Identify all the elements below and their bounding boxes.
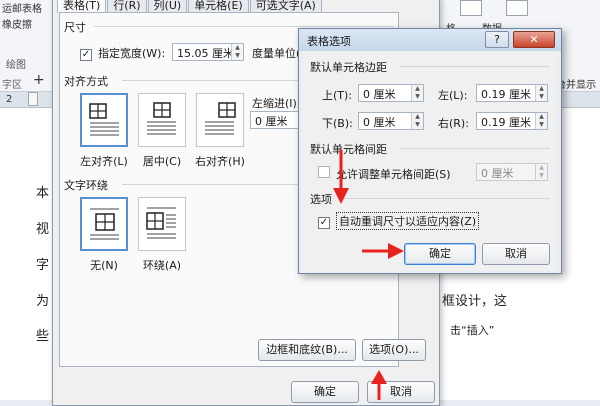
ribbon-item-eraser[interactable]: 橡皮擦 xyxy=(2,16,32,31)
preferred-width-label: 指定宽度(W): xyxy=(98,47,166,60)
spinner-arrows-icon[interactable]: ▲ ▼ xyxy=(411,113,423,129)
align-center-label: 居中(C) xyxy=(142,155,182,168)
wrap-section-title: 文字环绕 xyxy=(64,179,108,192)
bottom-margin-label: 下(B): xyxy=(322,117,353,130)
margins-section-title: 默认单元格边距 xyxy=(310,61,387,74)
wrap-around-option[interactable] xyxy=(138,197,186,251)
merge-display-label: 台并显示 xyxy=(556,80,596,91)
section-divider xyxy=(400,66,550,67)
spinner-arrows-icon[interactable]: ▲ ▼ xyxy=(535,113,547,129)
ribbon-table-icon[interactable] xyxy=(460,0,482,16)
preferred-width-checkbox[interactable]: ✓ xyxy=(80,45,92,61)
doc-text-char: 本 xyxy=(36,186,50,201)
alignment-section-title: 对齐方式 xyxy=(64,75,108,88)
wrap-none-label: 无(N) xyxy=(90,259,118,272)
top-margin-value: 0 厘米 xyxy=(363,88,396,101)
cancel-button[interactable]: 取消 xyxy=(482,243,550,265)
indent-value: 0 厘米 xyxy=(255,115,288,128)
wrap-none-icon xyxy=(90,208,119,240)
spinner-arrows-icon[interactable]: ▲ ▼ xyxy=(231,44,243,60)
top-margin-label: 上(T): xyxy=(322,89,353,102)
indent-marker[interactable] xyxy=(28,92,38,106)
right-margin-label: 右(R): xyxy=(438,117,469,130)
preferred-width-input[interactable]: 15.05 厘米 ▲ ▼ xyxy=(172,43,244,61)
close-icon[interactable]: ✕ xyxy=(513,31,555,48)
check-icon: ✓ xyxy=(318,217,330,229)
spinner-arrows-icon[interactable]: ▲ ▼ xyxy=(411,85,423,101)
spinner-arrows-icon[interactable]: ▲ ▼ xyxy=(535,164,547,180)
doc-text-char: 些 xyxy=(36,329,50,344)
left-margin-input[interactable]: 0.19 厘米 ▲ ▼ xyxy=(476,84,548,102)
wrap-around-label: 环绕(A) xyxy=(142,259,182,272)
doc-text-line: 框设计，这 xyxy=(442,294,508,309)
preferred-width-value: 15.05 厘米 xyxy=(177,47,234,60)
unchecked-box-icon xyxy=(318,166,330,178)
borders-shading-button[interactable]: 边框和底纹(B)... xyxy=(258,339,356,361)
ribbon-group-draw-label: 绘图 xyxy=(6,60,26,71)
section-divider xyxy=(400,148,550,149)
left-margin-label: 左(L): xyxy=(438,89,468,102)
plus-icon[interactable]: + xyxy=(33,72,45,88)
doc-text-line: 击“插入” xyxy=(450,324,495,337)
check-icon: ✓ xyxy=(80,49,92,61)
left-margin-value: 0.19 厘米 xyxy=(481,88,531,101)
section-divider xyxy=(94,26,394,27)
align-left-option[interactable] xyxy=(80,93,128,147)
ok-button[interactable]: 确定 xyxy=(404,243,476,265)
ribbon-item-draw-table[interactable]: 运邮表格 xyxy=(2,0,42,15)
bottom-margin-input[interactable]: 0 厘米 ▲ ▼ xyxy=(358,112,424,130)
dialog-titlebar[interactable]: 表格选项 ? ✕ xyxy=(299,29,561,51)
ruler-number: 2 xyxy=(6,94,13,105)
autoresize-label: 自动重调尺寸以适应内容(Z) xyxy=(336,212,480,230)
align-left-label: 左对齐(L) xyxy=(80,155,128,168)
align-right-option[interactable] xyxy=(196,93,244,147)
indent-label: 左缩进(I): xyxy=(252,97,301,110)
size-section-title: 尺寸 xyxy=(64,21,86,34)
align-center-option[interactable] xyxy=(138,93,186,147)
options-section-title: 选项 xyxy=(310,193,332,206)
annotation-arrow-up-icon xyxy=(371,370,387,400)
align-right-label: 右对齐(H) xyxy=(195,155,245,168)
help-icon[interactable]: ? xyxy=(485,31,509,48)
ribbon-data-icon[interactable] xyxy=(506,0,528,16)
align-center-icon xyxy=(147,102,176,135)
align-left-icon xyxy=(89,103,119,136)
section-divider xyxy=(338,198,550,199)
annotation-arrow-right-icon xyxy=(362,243,404,259)
bottom-margin-value: 0 厘米 xyxy=(363,116,396,129)
wrap-none-option[interactable] xyxy=(80,197,128,251)
measure-in-label: 度量单位( xyxy=(252,47,301,60)
right-margin-input[interactable]: 0.19 厘米 ▲ ▼ xyxy=(476,112,548,130)
doc-text-char: 视 xyxy=(36,222,50,237)
tab-zone-label: 字区 xyxy=(2,80,22,91)
options-button[interactable]: 选项(O)... xyxy=(362,339,426,361)
doc-text-char: 为 xyxy=(36,294,50,309)
spinner-arrows-icon[interactable]: ▲ ▼ xyxy=(535,85,547,101)
right-margin-value: 0.19 厘米 xyxy=(481,116,531,129)
top-margin-input[interactable]: 0 厘米 ▲ ▼ xyxy=(358,84,424,102)
autoresize-checkbox[interactable]: ✓ xyxy=(318,213,330,229)
allow-spacing-checkbox[interactable] xyxy=(318,166,330,179)
align-right-icon xyxy=(205,102,236,135)
doc-text-char: 字 xyxy=(36,258,50,273)
dialog-title: 表格选项 xyxy=(307,35,351,48)
spacing-input[interactable]: 0 厘米 ▲ ▼ xyxy=(476,163,548,181)
annotation-arrow-down-icon xyxy=(333,150,349,204)
spacing-value: 0 厘米 xyxy=(481,167,514,180)
wrap-around-icon xyxy=(146,207,176,239)
